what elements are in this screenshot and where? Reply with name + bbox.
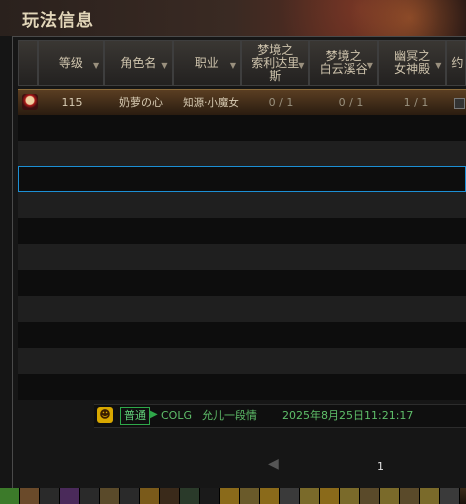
empty-row: [18, 348, 466, 374]
page-number: 1: [377, 460, 384, 473]
empty-row: [18, 192, 466, 218]
sort-arrow-icon: ▼: [435, 61, 442, 70]
header-nether-goddess-label: 幽冥之 女神殿: [394, 49, 431, 76]
taskbar-item-icon[interactable]: [60, 488, 80, 504]
header-dream-cloud[interactable]: 梦境之 白云溪谷 ▼: [309, 40, 378, 86]
taskbar-item-icon[interactable]: [140, 488, 160, 504]
chat-channel-tag: 普通: [120, 407, 150, 425]
empty-row: [18, 296, 466, 322]
taskbar-item-icon[interactable]: [120, 488, 140, 504]
header-level[interactable]: 等级 ▼: [37, 40, 105, 86]
cell-name: 奶萝の心: [119, 96, 163, 109]
taskbar-item-icon[interactable]: [240, 488, 260, 504]
table-row[interactable]: 115 奶萝の心 知源·小魔女 0 / 1 0 / 1 1 / 1: [18, 89, 466, 115]
taskbar: [0, 488, 466, 504]
header-cut-off[interactable]: 约: [446, 40, 466, 86]
table-header: 等级 ▼ 角色名 ▼ 职业 ▼ 梦境之 索利达里 斯 ▼ 梦境之 白云溪谷 ▼ …: [18, 40, 466, 86]
sort-arrow-icon: ▼: [298, 61, 305, 70]
header-job-label: 职业: [194, 55, 219, 70]
cell-job: 知源·小魔女: [183, 97, 239, 109]
prev-page-icon[interactable]: ◀: [268, 456, 284, 472]
empty-row: [18, 141, 466, 167]
sort-arrow-icon: ▼: [161, 61, 168, 70]
chat-message[interactable]: ☻ 普通 ▶ COLG 允儿一段情 2025年8月25日11:21:17: [94, 404, 466, 428]
taskbar-item-icon[interactable]: [300, 488, 320, 504]
taskbar-item-icon[interactable]: [100, 488, 120, 504]
taskbar-item-icon[interactable]: [20, 488, 40, 504]
taskbar-item-icon[interactable]: [40, 488, 60, 504]
taskbar-item-icon[interactable]: [220, 488, 240, 504]
taskbar-item-icon[interactable]: [200, 488, 220, 504]
taskbar-item-icon[interactable]: [260, 488, 280, 504]
taskbar-item-icon[interactable]: [440, 488, 460, 504]
empty-row: [18, 218, 466, 244]
header-dream-cloud-label: 梦境之 白云溪谷: [319, 49, 368, 76]
taskbar-item-icon[interactable]: [280, 488, 300, 504]
taskbar-item-icon[interactable]: [360, 488, 380, 504]
chat-timestamp: 2025年8月25日11:21:17: [282, 409, 414, 422]
taskbar-item-icon[interactable]: [80, 488, 100, 504]
channel-arrow-icon: ▶: [150, 409, 158, 420]
taskbar-item-icon[interactable]: [380, 488, 400, 504]
cell-level: 115: [61, 96, 83, 109]
cell-nether: 1 / 1: [403, 96, 429, 109]
header-cut-off-label: 约: [451, 55, 464, 70]
character-avatar-icon: [22, 94, 38, 110]
header-name-label: 角色名: [120, 55, 157, 70]
taskbar-item-icon[interactable]: [320, 488, 340, 504]
empty-row-highlighted[interactable]: [18, 166, 466, 192]
header-name[interactable]: 角色名 ▼: [104, 40, 173, 86]
lock-icon: [454, 98, 465, 109]
sort-arrow-icon: ▼: [229, 61, 236, 70]
header-job[interactable]: 职业 ▼: [172, 40, 241, 86]
header-icon-col: [18, 40, 38, 86]
window-title: 玩法信息: [22, 11, 94, 31]
chat-text: 允儿一段情: [202, 409, 257, 422]
taskbar-item-icon[interactable]: [0, 488, 20, 504]
header-dream-soli[interactable]: 梦境之 索利达里 斯 ▼: [241, 40, 310, 86]
chat-sender[interactable]: COLG: [161, 405, 192, 427]
header-level-label: 等级: [58, 55, 83, 70]
taskbar-item-icon[interactable]: [180, 488, 200, 504]
taskbar-item-icon[interactable]: [420, 488, 440, 504]
sort-arrow-icon: ▼: [366, 61, 373, 70]
sort-arrow-icon: ▼: [92, 61, 100, 70]
cell-dream-soli: 0 / 1: [268, 96, 294, 109]
taskbar-item-icon[interactable]: [340, 488, 360, 504]
empty-row: [18, 115, 466, 141]
cell-dream-cloud: 0 / 1: [338, 96, 364, 109]
empty-row: [18, 322, 466, 348]
empty-row: [18, 270, 466, 296]
taskbar-item-icon[interactable]: [400, 488, 420, 504]
empty-row: [18, 374, 466, 400]
smiley-icon: ☻: [97, 407, 113, 423]
header-dream-soli-label: 梦境之 索利达里 斯: [251, 42, 300, 83]
empty-row: [18, 244, 466, 270]
taskbar-item-icon[interactable]: [160, 488, 180, 504]
header-nether-goddess[interactable]: 幽冥之 女神殿 ▼: [377, 40, 447, 86]
